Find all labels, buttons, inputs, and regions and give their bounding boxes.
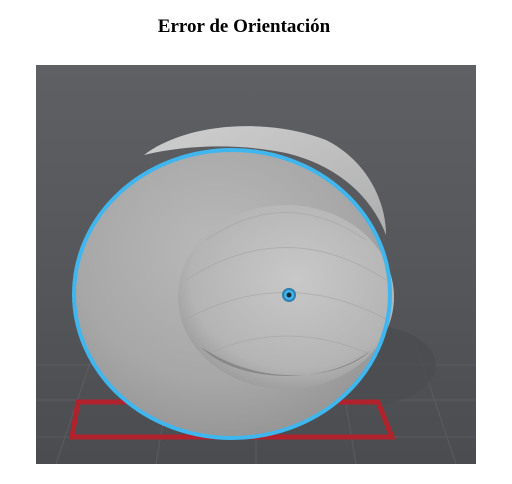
pivot-point-icon[interactable] (282, 288, 296, 302)
page-title: Error de Orientación (157, 16, 331, 37)
3d-viewport[interactable] (36, 65, 476, 464)
3d-scene[interactable] (36, 65, 476, 464)
